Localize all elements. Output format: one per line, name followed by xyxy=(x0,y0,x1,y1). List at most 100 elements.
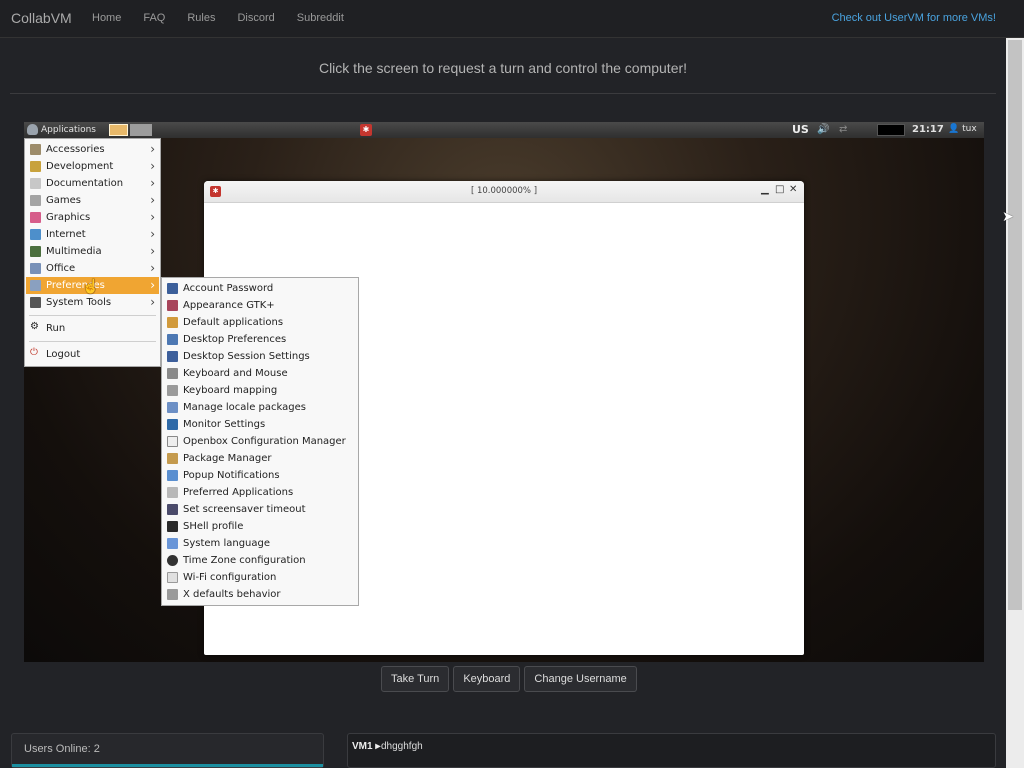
desktop-preferences-icon xyxy=(167,334,178,345)
menu-item-graphics[interactable]: Graphics › xyxy=(26,209,159,226)
system-tools-icon xyxy=(30,297,41,308)
chevron-right-icon: › xyxy=(150,176,155,190)
window-title: [ 10.000000% ] xyxy=(470,186,538,196)
menu-item-label: Accessories xyxy=(46,144,105,155)
users-online-panel: Users Online: 2 xyxy=(11,733,324,768)
menu-item-wifi-configuration[interactable]: Wi-Fi configuration xyxy=(163,569,357,586)
chevron-right-icon: › xyxy=(150,210,155,224)
chevron-right-icon: › xyxy=(150,159,155,173)
menu-item-package-manager[interactable]: Package Manager xyxy=(163,450,357,467)
menu-item-label: Internet xyxy=(46,229,86,240)
menu-item-keyboard-mapping[interactable]: Keyboard mapping xyxy=(163,382,357,399)
brand-link[interactable]: CollabVM xyxy=(11,10,72,26)
workspace-2[interactable] xyxy=(130,124,152,136)
applications-menu: Accessories › Development › Documentatio… xyxy=(24,138,161,367)
graphics-icon xyxy=(30,212,41,223)
menu-item-preferred-applications[interactable]: Preferred Applications xyxy=(163,484,357,501)
menu-item-multimedia[interactable]: Multimedia › xyxy=(26,243,159,260)
menu-item-label: Documentation xyxy=(46,178,124,189)
development-icon xyxy=(30,161,41,172)
notification-icon xyxy=(167,470,178,481)
vm-screen[interactable]: Applications ✱ US 🔊 ⇄ 21:17 👤 tux ✱ [ 10… xyxy=(24,122,984,662)
keyboard-layout-indicator[interactable]: US xyxy=(792,123,809,136)
taskbar-app-icon[interactable]: ✱ xyxy=(360,124,372,136)
maximize-icon[interactable]: □ xyxy=(775,184,784,195)
hand-cursor-icon: ☝ xyxy=(82,278,100,294)
nav-faq-link[interactable]: FAQ xyxy=(143,12,165,24)
chevron-right-icon: › xyxy=(150,193,155,207)
menu-item-games[interactable]: Games › xyxy=(26,192,159,209)
menu-item-accessories[interactable]: Accessories › xyxy=(26,141,159,158)
terminal-icon xyxy=(167,521,178,532)
panel-user[interactable]: 👤 tux xyxy=(948,124,977,134)
workspace-1[interactable] xyxy=(109,124,128,136)
page-scrollbar[interactable] xyxy=(1006,38,1024,768)
menu-item-time-zone[interactable]: Time Zone configuration xyxy=(163,552,357,569)
menu-item-label: Manage locale packages xyxy=(183,402,306,413)
menu-item-appearance[interactable]: Appearance GTK+ xyxy=(163,297,357,314)
menu-item-keyboard-and-mouse[interactable]: Keyboard and Mouse xyxy=(163,365,357,382)
menu-item-desktop-preferences[interactable]: Desktop Preferences xyxy=(163,331,357,348)
window-titlebar[interactable]: ✱ [ 10.000000% ] ▁ □ ✕ xyxy=(204,181,804,203)
volume-icon[interactable]: 🔊 xyxy=(817,124,829,135)
chat-panel: VM1 ▸ dhgghfgh xyxy=(347,733,996,768)
nav-home-link[interactable]: Home xyxy=(92,12,121,24)
menu-item-label: Keyboard mapping xyxy=(183,385,278,396)
menu-item-default-applications[interactable]: Default applications xyxy=(163,314,357,331)
applications-menu-button[interactable]: Applications xyxy=(27,124,96,135)
office-icon xyxy=(30,263,41,274)
menu-item-office[interactable]: Office › xyxy=(26,260,159,277)
menu-item-desktop-session-settings[interactable]: Desktop Session Settings xyxy=(163,348,357,365)
menu-item-x-defaults[interactable]: X defaults behavior xyxy=(163,586,357,603)
menu-item-account-password[interactable]: Account Password xyxy=(163,280,357,297)
menu-item-label: Package Manager xyxy=(183,453,272,464)
network-icon[interactable]: ⇄ xyxy=(839,124,847,135)
menu-item-label: Run xyxy=(46,323,66,334)
menu-item-logout[interactable]: ⏻ Logout xyxy=(26,346,159,363)
monitor-icon xyxy=(167,419,178,430)
take-turn-button[interactable]: Take Turn xyxy=(381,666,450,692)
panel-clock[interactable]: 21:17 xyxy=(912,124,944,135)
nav-discord-link[interactable]: Discord xyxy=(237,12,274,24)
menu-item-label: SHell profile xyxy=(183,521,244,532)
close-icon[interactable]: ✕ xyxy=(789,184,797,195)
power-icon: ⏻ xyxy=(30,347,38,358)
menu-item-system-tools[interactable]: System Tools › xyxy=(26,294,159,311)
menu-item-label: System Tools xyxy=(46,297,112,308)
menu-item-manage-locale-packages[interactable]: Manage locale packages xyxy=(163,399,357,416)
nav-rules-link[interactable]: Rules xyxy=(187,12,215,24)
menu-item-label: Monitor Settings xyxy=(183,419,266,430)
preferences-icon xyxy=(30,280,41,291)
change-username-button[interactable]: Change Username xyxy=(524,666,637,692)
menu-item-system-language[interactable]: System language xyxy=(163,535,357,552)
screensaver-icon xyxy=(167,504,178,515)
divider xyxy=(10,93,996,94)
uservm-promo-link[interactable]: Check out UserVM for more VMs! xyxy=(832,12,996,24)
users-list-highlight xyxy=(12,764,323,767)
menu-item-monitor-settings[interactable]: Monitor Settings xyxy=(163,416,357,433)
games-icon xyxy=(30,195,41,206)
menu-item-label: Set screensaver timeout xyxy=(183,504,306,515)
menu-item-screensaver-timeout[interactable]: Set screensaver timeout xyxy=(163,501,357,518)
menu-item-shell-profile[interactable]: SHell profile xyxy=(163,518,357,535)
chat-sender-name: VM1 xyxy=(352,741,373,752)
chevron-right-icon: › xyxy=(150,278,155,292)
desktop-session-icon xyxy=(167,351,178,362)
menu-separator xyxy=(29,341,156,342)
menu-item-popup-notifications[interactable]: Popup Notifications xyxy=(163,467,357,484)
minimize-icon[interactable]: ▁ xyxy=(761,184,769,195)
menu-item-development[interactable]: Development › xyxy=(26,158,159,175)
menu-item-run[interactable]: ⚙ Run xyxy=(26,320,159,337)
menu-item-label: X defaults behavior xyxy=(183,589,281,600)
keyboard-mapping-icon xyxy=(167,385,178,396)
appearance-icon xyxy=(167,300,178,311)
menu-item-openbox-configuration[interactable]: Openbox Configuration Manager xyxy=(163,433,357,450)
nav-links: Home FAQ Rules Discord Subreddit xyxy=(92,12,366,24)
user-icon: 👤 xyxy=(948,124,960,134)
menu-item-documentation[interactable]: Documentation › xyxy=(26,175,159,192)
menu-item-internet[interactable]: Internet › xyxy=(26,226,159,243)
keyboard-button[interactable]: Keyboard xyxy=(453,666,521,692)
multimedia-icon xyxy=(30,246,41,257)
scrollbar-thumb[interactable] xyxy=(1008,40,1022,610)
nav-subreddit-link[interactable]: Subreddit xyxy=(297,12,344,24)
